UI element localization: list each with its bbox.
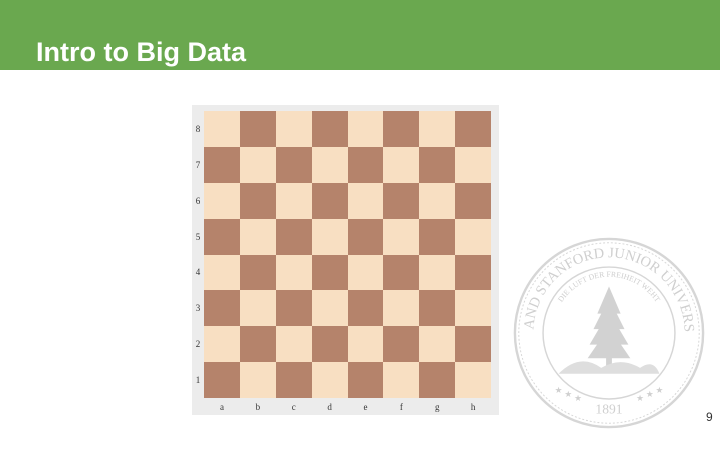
square-h6 <box>455 182 491 219</box>
file-label: e <box>363 401 368 412</box>
chessboard-image: 8 7 6 5 4 3 2 1 a b c d e f g h <box>192 105 499 415</box>
chessboard-grid <box>204 111 491 398</box>
rank-labels: 8 7 6 5 4 3 2 1 <box>192 111 204 398</box>
square-c1 <box>275 362 312 398</box>
rank-label: 3 <box>195 303 201 314</box>
square-g5 <box>419 218 456 255</box>
square-e6 <box>347 182 384 219</box>
square-a8 <box>204 111 240 147</box>
star-icon: ★ <box>574 394 582 404</box>
square-h2 <box>455 326 491 363</box>
file-labels: a b c d e f g h <box>204 398 491 415</box>
rank-label: 2 <box>195 339 201 350</box>
square-b6 <box>239 182 276 219</box>
square-f8 <box>383 111 420 147</box>
star-icon: ★ <box>564 390 572 400</box>
square-e1 <box>347 362 384 398</box>
rank-label: 1 <box>195 375 201 386</box>
square-g4 <box>419 254 456 291</box>
university-seal: LELAND STANFORD JUNIOR UNIVERSITY DIE LU… <box>512 236 705 429</box>
rank-label: 6 <box>195 195 201 206</box>
square-c8 <box>275 111 312 147</box>
square-g6 <box>419 182 456 219</box>
star-icon: ★ <box>555 386 563 396</box>
star-icon: ★ <box>656 386 664 396</box>
file-label: h <box>470 401 476 412</box>
square-h7 <box>455 146 491 183</box>
square-e5 <box>347 218 384 255</box>
square-f3 <box>383 290 420 327</box>
square-f5 <box>383 218 420 255</box>
square-a7 <box>204 146 240 183</box>
square-f7 <box>383 146 420 183</box>
square-e7 <box>347 146 384 183</box>
square-g2 <box>419 326 456 363</box>
seal-year: 1891 <box>595 402 622 417</box>
square-d6 <box>311 182 348 219</box>
square-f2 <box>383 326 420 363</box>
square-f1 <box>383 362 420 398</box>
square-e8 <box>347 111 384 147</box>
square-a5 <box>204 218 240 255</box>
star-icon: ★ <box>636 394 644 404</box>
square-b8 <box>239 111 276 147</box>
square-c7 <box>275 146 312 183</box>
square-b3 <box>239 290 276 327</box>
square-e2 <box>347 326 384 363</box>
square-b1 <box>239 362 276 398</box>
page-number: 9 <box>706 410 713 424</box>
tree-icon <box>558 286 660 374</box>
file-label: f <box>399 401 403 412</box>
square-b7 <box>239 146 276 183</box>
square-d1 <box>311 362 348 398</box>
square-g3 <box>419 290 456 327</box>
square-a4 <box>204 254 240 291</box>
file-label: b <box>255 401 261 412</box>
rank-label: 8 <box>195 123 201 134</box>
square-a1 <box>204 362 240 398</box>
square-a3 <box>204 290 240 327</box>
square-c6 <box>275 182 312 219</box>
square-d3 <box>311 290 348 327</box>
square-d2 <box>311 326 348 363</box>
star-icon: ★ <box>646 390 654 400</box>
square-h1 <box>455 362 491 398</box>
square-d8 <box>311 111 348 147</box>
square-g8 <box>419 111 456 147</box>
rank-label: 5 <box>195 231 201 242</box>
square-d7 <box>311 146 348 183</box>
square-a6 <box>204 182 240 219</box>
file-label: d <box>327 401 332 412</box>
square-f6 <box>383 182 420 219</box>
square-h4 <box>455 254 491 291</box>
square-f4 <box>383 254 420 291</box>
square-e4 <box>347 254 384 291</box>
square-c5 <box>275 218 312 255</box>
square-c4 <box>275 254 312 291</box>
file-label: c <box>291 401 296 412</box>
square-b4 <box>239 254 276 291</box>
square-e3 <box>347 290 384 327</box>
file-label: g <box>434 401 440 412</box>
rank-label: 4 <box>195 267 201 278</box>
square-h5 <box>455 218 491 255</box>
square-b2 <box>239 326 276 363</box>
square-d4 <box>311 254 348 291</box>
square-b5 <box>239 218 276 255</box>
rank-label: 7 <box>195 159 201 170</box>
square-g7 <box>419 146 456 183</box>
square-h3 <box>455 290 491 327</box>
square-c3 <box>275 290 312 327</box>
square-d5 <box>311 218 348 255</box>
square-a2 <box>204 326 240 363</box>
file-label: a <box>219 401 224 412</box>
slide-title: Intro to Big Data <box>36 37 246 67</box>
square-g1 <box>419 362 456 398</box>
square-c2 <box>275 326 312 363</box>
square-h8 <box>455 111 491 147</box>
